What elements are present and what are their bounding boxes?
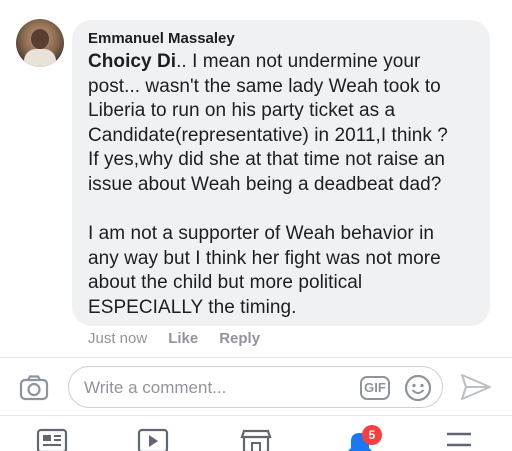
bottom-navigation xyxy=(0,416,512,451)
send-icon[interactable] xyxy=(459,372,493,402)
comment-body: .. I mean not undermine your post... was… xyxy=(88,51,448,318)
gif-button[interactable]: GIF xyxy=(360,376,390,400)
comment-author[interactable]: Emmanuel Massaley xyxy=(88,29,474,48)
marketplace-icon[interactable] xyxy=(239,426,273,451)
comment-input[interactable]: Write a comment... GIF xyxy=(68,366,443,408)
comment-bubble: Emmanuel Massaley Choicy Di.. I mean not… xyxy=(72,20,490,326)
comment-thread-screen: Emmanuel Massaley Choicy Di.. I mean not… xyxy=(0,0,512,451)
reply-button[interactable]: Reply xyxy=(219,330,260,347)
notifications-badge: 5 xyxy=(362,425,382,445)
avatar[interactable] xyxy=(16,19,64,67)
avatar-shirt xyxy=(24,49,56,67)
watch-icon[interactable] xyxy=(136,426,170,451)
comment-input-placeholder: Write a comment... xyxy=(84,378,227,397)
menu-icon[interactable] xyxy=(442,426,476,451)
comment-text: Choicy Di.. I mean not undermine your po… xyxy=(88,50,474,321)
comment-actions: Just now Like Reply xyxy=(88,330,260,347)
like-button[interactable]: Like xyxy=(168,330,198,347)
news-feed-icon[interactable] xyxy=(35,426,69,451)
comment-timestamp: Just now xyxy=(88,330,148,347)
camera-icon[interactable] xyxy=(19,373,49,403)
mention-tag[interactable]: Choicy Di xyxy=(88,51,176,72)
divider xyxy=(0,357,512,358)
avatar-face xyxy=(31,29,49,49)
emoji-icon[interactable] xyxy=(404,374,432,402)
